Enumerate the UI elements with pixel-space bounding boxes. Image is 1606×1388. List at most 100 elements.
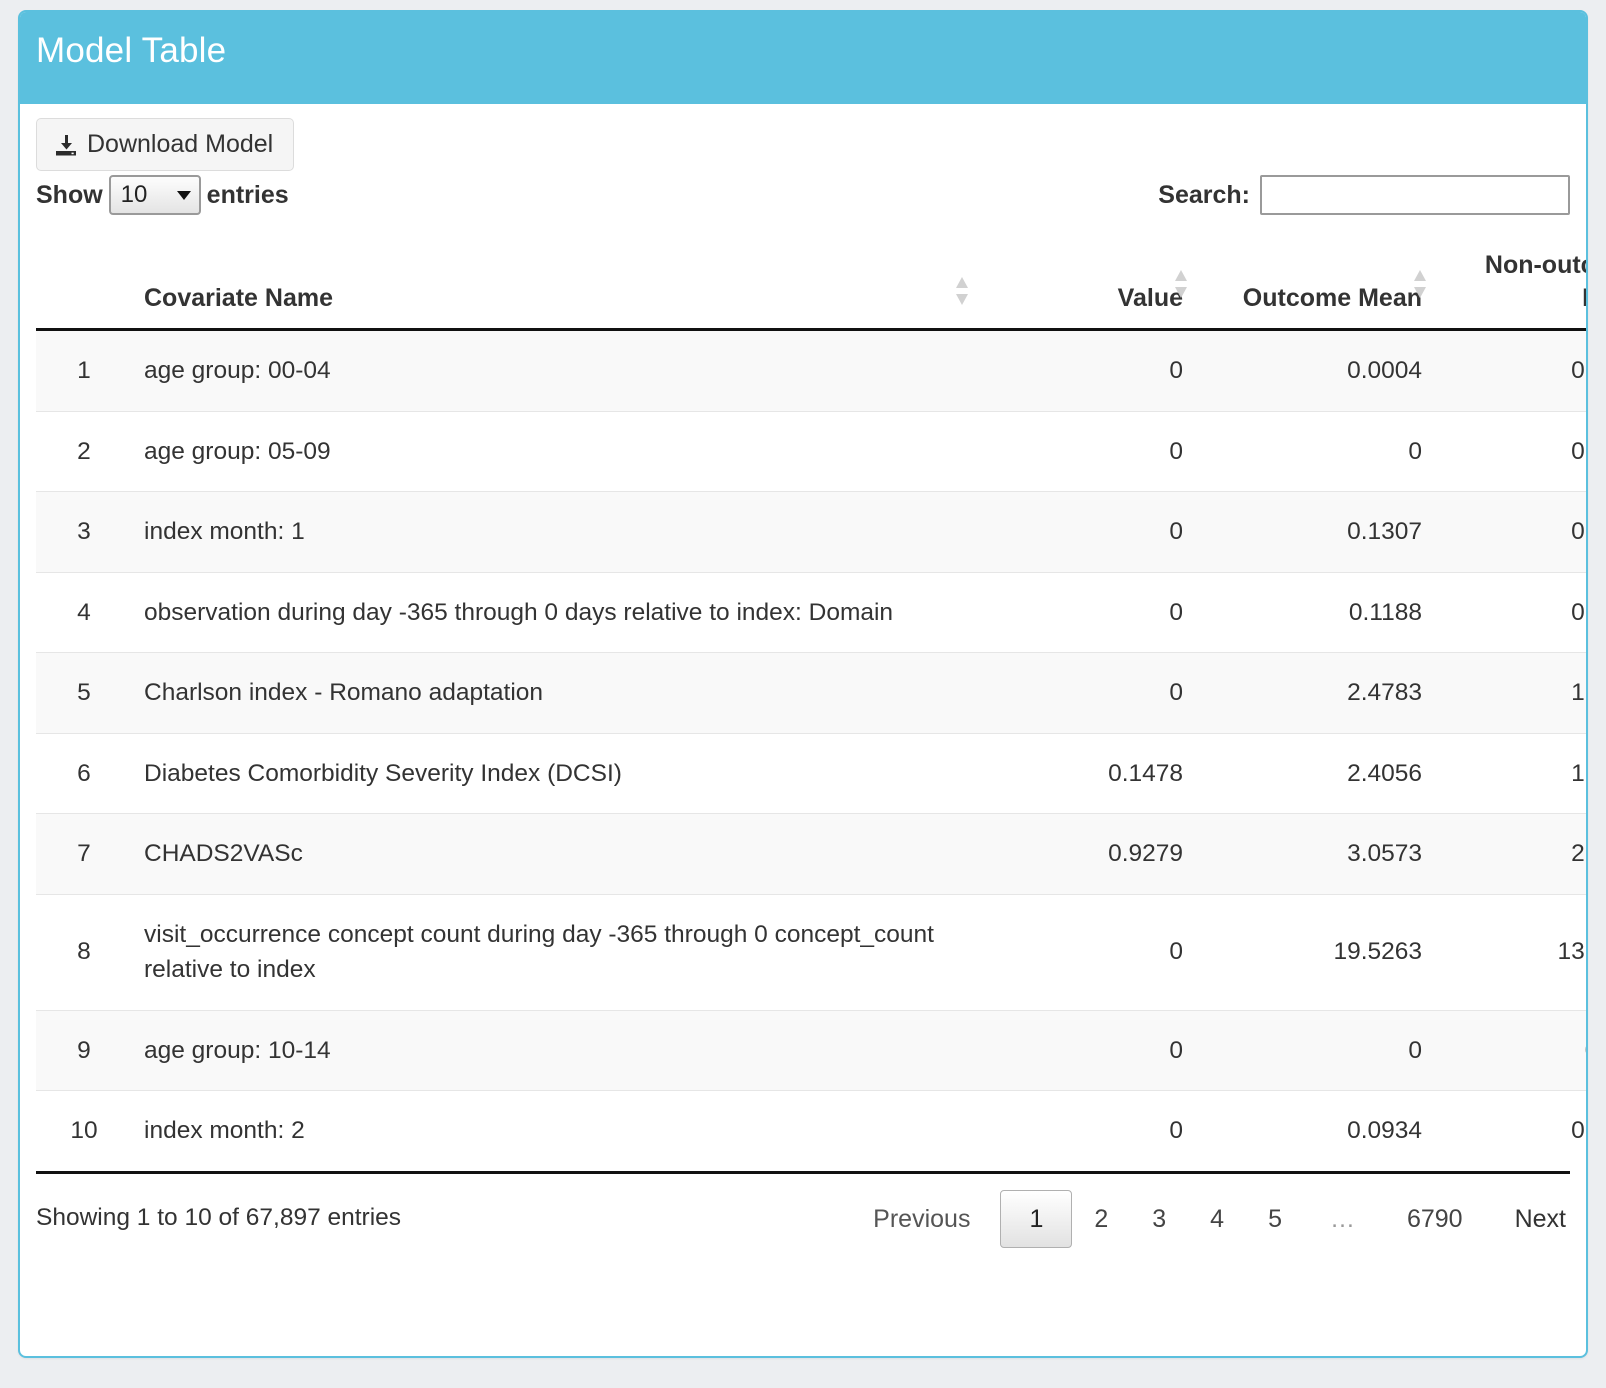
table-footer: Showing 1 to 10 of 67,897 entries Previo…: [36, 1170, 1570, 1270]
cell-covariate-name: observation during day -365 through 0 da…: [132, 571, 976, 653]
cell-value: 0.1478: [976, 732, 1195, 814]
table-row[interactable]: 8 visit_occurrence concept count during …: [36, 893, 1586, 1011]
model-table-panel: Model Table Download Model Show 10 entri…: [18, 10, 1588, 1358]
pagination-page-4[interactable]: 4: [1188, 1190, 1246, 1248]
cell-outcome-mean: 0: [1195, 410, 1434, 492]
table-row[interactable]: 3 index month: 1 0 0.1307 0.1096: [36, 491, 1586, 573]
cell-outcome-mean: 0.1307: [1195, 491, 1434, 573]
table-row[interactable]: 5 Charlson index - Romano adaptation 0 2…: [36, 652, 1586, 734]
chevron-down-icon: [176, 190, 191, 200]
pagination-page-3[interactable]: 3: [1130, 1190, 1188, 1248]
sort-icon-covariate-name: [954, 274, 970, 308]
cell-index: 8: [36, 893, 132, 1011]
cell-covariate-name: visit_occurrence concept count during da…: [132, 893, 976, 1011]
pagination: Previous 1 2 3 4 5 … 6790 Next: [851, 1189, 1570, 1248]
column-header-index: [36, 239, 132, 331]
search-input[interactable]: [1260, 175, 1570, 215]
cell-value: 0: [976, 1090, 1195, 1171]
cell-index: 6: [36, 732, 132, 814]
download-model-label: Download Model: [87, 130, 274, 158]
cell-non-outcome-mean: 0.0909: [1434, 1090, 1586, 1171]
table-row[interactable]: 1 age group: 00-04 0 0.0004 0.0001: [36, 329, 1586, 412]
cell-index: 3: [36, 491, 132, 573]
table-row[interactable]: 10 index month: 2 0 0.0934 0.0909: [36, 1090, 1586, 1171]
cell-value: 0: [976, 893, 1195, 1011]
column-header-non-outcome-mean-label: Non-outcome Mean: [1484, 251, 1586, 312]
table-header-row: Covariate Name Value Outcome Mean Non-ou…: [36, 239, 1586, 331]
table-controls: Show 10 entries Search:: [36, 175, 1570, 229]
cell-outcome-mean: 0.0004: [1195, 329, 1434, 412]
cell-outcome-mean: 0.0934: [1195, 1090, 1434, 1171]
pagination-page-5[interactable]: 5: [1246, 1190, 1304, 1248]
cell-non-outcome-mean: 0.1096: [1434, 491, 1586, 573]
pagination-previous[interactable]: Previous: [851, 1190, 1000, 1248]
table-body: 1 age group: 00-04 0 0.0004 0.0001 2 age…: [36, 329, 1586, 1171]
cell-index: 5: [36, 652, 132, 734]
download-icon: [54, 133, 78, 157]
table-row[interactable]: 6 Diabetes Comorbidity Severity Index (D…: [36, 732, 1586, 814]
cell-index: 1: [36, 329, 132, 412]
pagination-ellipsis: …: [1329, 1204, 1357, 1233]
model-table: Covariate Name Value Outcome Mean Non-ou…: [36, 239, 1586, 1171]
cell-outcome-mean: 19.5263: [1195, 893, 1434, 1011]
cell-value: 0: [976, 491, 1195, 573]
pagination-last-page[interactable]: 6790: [1383, 1190, 1487, 1248]
column-header-non-outcome-mean[interactable]: Non-outcome Mean: [1434, 239, 1586, 331]
cell-value: 0: [976, 652, 1195, 734]
cell-non-outcome-mean: 1.2207: [1434, 732, 1586, 814]
cell-covariate-name: age group: 05-09: [132, 410, 976, 492]
cell-index: 7: [36, 813, 132, 895]
table-row[interactable]: 2 age group: 05-09 0 0 0.0003: [36, 410, 1586, 492]
cell-covariate-name: Diabetes Comorbidity Severity Index (DCS…: [132, 732, 976, 814]
search-label: Search:: [1158, 180, 1250, 209]
pagination-page-2[interactable]: 2: [1072, 1190, 1130, 1248]
cell-covariate-name: age group: 10-14: [132, 1009, 976, 1091]
cell-non-outcome-mean: 0.0514: [1434, 571, 1586, 653]
entries-per-page-value: 10: [120, 181, 148, 208]
cell-outcome-mean: 2.4056: [1195, 732, 1434, 814]
cell-non-outcome-mean: 2.2576: [1434, 813, 1586, 895]
cell-covariate-name: index month: 2: [132, 1090, 976, 1171]
cell-covariate-name: Charlson index - Romano adaptation: [132, 652, 976, 734]
cell-index: 4: [36, 571, 132, 653]
length-menu-prefix: Show: [36, 180, 103, 209]
table-row[interactable]: 9 age group: 10-14 0 0 0.001: [36, 1009, 1586, 1091]
cell-non-outcome-mean: 1.3817: [1434, 652, 1586, 734]
cell-index: 10: [36, 1090, 132, 1171]
cell-outcome-mean: 3.0573: [1195, 813, 1434, 895]
entries-per-page-select[interactable]: 10: [108, 175, 201, 215]
column-header-covariate-name[interactable]: Covariate Name: [132, 239, 976, 331]
column-header-value[interactable]: Value: [976, 239, 1195, 331]
cell-value: 0: [976, 410, 1195, 492]
cell-covariate-name: index month: 1: [132, 491, 976, 573]
cell-non-outcome-mean: 13.8837: [1434, 893, 1586, 1011]
table-header: Covariate Name Value Outcome Mean Non-ou…: [36, 239, 1586, 331]
cell-outcome-mean: 2.4783: [1195, 652, 1434, 734]
table-row[interactable]: 7 CHADS2VASc 0.9279 3.0573 2.2576: [36, 813, 1586, 895]
table-row[interactable]: 4 observation during day -365 through 0 …: [36, 571, 1586, 653]
download-model-button[interactable]: Download Model: [36, 118, 295, 171]
cell-covariate-name: age group: 00-04: [132, 329, 976, 412]
length-menu: Show 10 entries: [36, 175, 289, 215]
cell-value: 0.9279: [976, 813, 1195, 895]
sort-icon-value: [1173, 267, 1189, 301]
pagination-page-1[interactable]: 1: [1000, 1189, 1073, 1248]
panel-header: Model Table: [20, 12, 1586, 104]
column-header-covariate-name-label: Covariate Name: [144, 283, 333, 312]
cell-value: 0: [976, 571, 1195, 653]
cell-outcome-mean: 0.1188: [1195, 571, 1434, 653]
column-header-outcome-mean-label: Outcome Mean: [1242, 283, 1422, 312]
search-area: Search:: [1158, 175, 1570, 215]
cell-value: 0: [976, 1009, 1195, 1091]
sort-icon-outcome-mean: [1412, 267, 1428, 301]
panel-body: Download Model Show 10 entries Search: C…: [20, 104, 1586, 1270]
cell-value: 0: [976, 329, 1195, 412]
cell-index: 9: [36, 1009, 132, 1091]
pagination-next[interactable]: Next: [1487, 1190, 1570, 1248]
cell-non-outcome-mean: 0.0003: [1434, 410, 1586, 492]
cell-non-outcome-mean: 0.0001: [1434, 329, 1586, 412]
cell-outcome-mean: 0: [1195, 1009, 1434, 1091]
cell-index: 2: [36, 410, 132, 492]
cell-non-outcome-mean: 0.001: [1434, 1009, 1586, 1091]
column-header-outcome-mean[interactable]: Outcome Mean: [1195, 239, 1434, 331]
